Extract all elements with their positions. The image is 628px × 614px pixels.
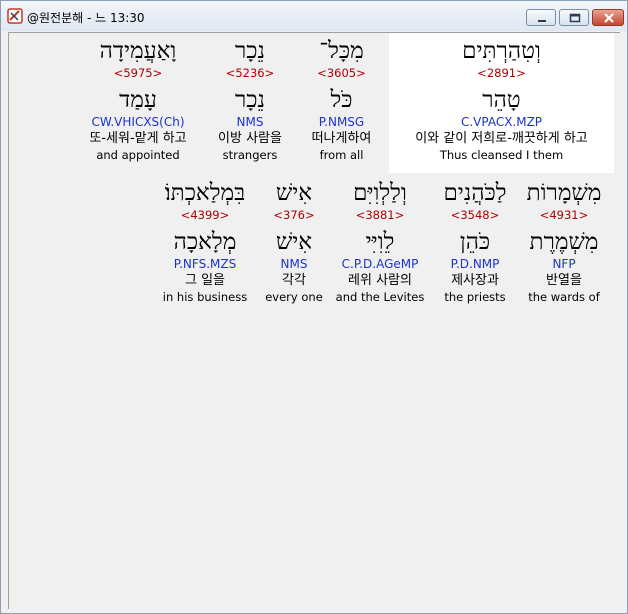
english-gloss: the wards of (528, 290, 600, 304)
strong-number[interactable]: <5975> (75, 65, 201, 81)
english-gloss: and the Levites (335, 290, 425, 304)
minimize-icon (538, 20, 546, 22)
strong-number[interactable]: <5236> (205, 65, 295, 81)
maximize-button[interactable] (559, 9, 589, 26)
english-gloss: strangers (222, 148, 278, 162)
strong-number[interactable]: <3605> (299, 65, 384, 81)
hebrew-lemma: לֵוִיִּי (365, 229, 395, 255)
word-cell-6[interactable]: לַכֹּהֲנִים <3548> כֹּהֵן P.D.NMP 제사장과 t… (433, 179, 517, 305)
word-cell-4[interactable]: וָאַעֲמִידָה <5975> עָמַד CW.VHICXS(Ch) … (75, 37, 201, 163)
korean-gloss: 이와 같이 저희로-깨끗하게 하고 (415, 131, 588, 146)
strong-number[interactable]: <376> (261, 207, 327, 223)
hebrew-lemma: עָמַד (119, 87, 157, 113)
parsing-code: C.P.D.AGeMP (341, 257, 419, 271)
hebrew-word: וָאַעֲמִידָה (99, 38, 177, 64)
word-cell-5[interactable]: מִשְׁמָרוֹת <4931> מִשְׁמֶרֶת NFP 반열을 th… (521, 179, 607, 305)
hebrew-lemma: טָהֵר (482, 87, 521, 113)
window-title: @원전분해 - 느 13:30 (27, 11, 145, 25)
english-gloss: Thus cleansed I them (439, 148, 564, 162)
english-gloss: every one (265, 290, 323, 304)
word-cell-3[interactable]: נֵכָר <5236> נֵכָר NMS 이방 사람을 strangers (205, 37, 295, 163)
parsing-code: P.D.NMP (450, 257, 500, 271)
parsing-code: P.NFS.MZS (173, 257, 237, 271)
hebrew-lemma: נֵכָר (234, 87, 266, 113)
parsing-code: NFP (552, 257, 576, 271)
word-cell-1[interactable]: וְטִהַרְתִּים <2891> טָהֵר C.VPACX.MZP 이… (389, 37, 614, 163)
hebrew-word: לַכֹּהֲנִים (443, 180, 507, 206)
app-window: @원전분해 - 느 13:30 וְטִהַרְתִּים <2891> טָה… (0, 0, 628, 614)
strong-number[interactable]: <4931> (521, 207, 607, 223)
korean-gloss: 떠나게하여 (311, 131, 372, 146)
hebrew-lemma: מִשְׁמֶרֶת (529, 229, 599, 255)
korean-gloss: 또-세워-맡게 하고 (89, 131, 187, 146)
strong-number[interactable]: <2891> (389, 65, 614, 81)
korean-gloss: 반열을 (546, 273, 582, 288)
word-cell-9[interactable]: בִּמְלַאכְתּוֹ׃ <4399> מְלָאכָה P.NFS.MZ… (153, 179, 257, 305)
interlinear-panel: וְטִהַרְתִּים <2891> טָהֵר C.VPACX.MZP 이… (8, 32, 620, 609)
korean-gloss: 제사장과 (451, 273, 499, 288)
hebrew-word: נֵכָר (234, 38, 266, 64)
hebrew-lemma: מְלָאכָה (173, 229, 237, 255)
hebrew-lemma: אִישׁ (275, 229, 313, 255)
strong-number[interactable]: <3548> (433, 207, 517, 223)
hebrew-word: בִּמְלַאכְתּוֹ׃ (164, 180, 246, 206)
word-cell-2[interactable]: מִכָּל־ <3605> כֹּל P.NMSG 떠나게하여 from al… (299, 37, 384, 163)
word-cell-7[interactable]: וְלַלְוִיִּם <3881> לֵוִיִּי C.P.D.AGeMP… (331, 179, 429, 305)
app-logo-icon (7, 8, 23, 24)
hebrew-lemma: כֹּהֵן (459, 229, 491, 255)
parsing-code: P.NMSG (318, 115, 365, 129)
hebrew-word: אִישׁ (275, 180, 313, 206)
korean-gloss: 각각 (282, 273, 306, 288)
korean-gloss: 그 일을 (184, 273, 225, 288)
korean-gloss: 레위 사람의 (348, 273, 412, 288)
title-bar[interactable]: @원전분해 - 느 13:30 (1, 1, 627, 31)
close-button[interactable] (592, 9, 624, 26)
english-gloss: in his business (162, 290, 248, 304)
hebrew-word: וְטִהַרְתִּים (462, 38, 541, 64)
strong-number[interactable]: <3881> (331, 207, 429, 223)
parsing-code: NMS (236, 115, 264, 129)
english-gloss: from all (319, 148, 364, 162)
maximize-icon (569, 13, 581, 23)
minimize-button[interactable] (526, 9, 556, 26)
hebrew-word: מִשְׁמָרוֹת (526, 180, 602, 206)
english-gloss: the priests (444, 290, 506, 304)
hebrew-word: מִכָּל־ (319, 38, 364, 64)
parsing-code: C.VPACX.MZP (460, 115, 543, 129)
strong-number[interactable]: <4399> (153, 207, 257, 223)
parsing-code: NMS (280, 257, 308, 271)
english-gloss: and appointed (96, 148, 180, 162)
parsing-code: CW.VHICXS(Ch) (91, 115, 185, 129)
hebrew-word: וְלַלְוִיִּם (353, 180, 407, 206)
hebrew-lemma: כֹּל (330, 87, 353, 113)
korean-gloss: 이방 사람을 (218, 131, 282, 146)
close-icon (604, 13, 614, 23)
word-cell-8[interactable]: אִישׁ <376> אִישׁ NMS 각각 every one (261, 179, 327, 305)
